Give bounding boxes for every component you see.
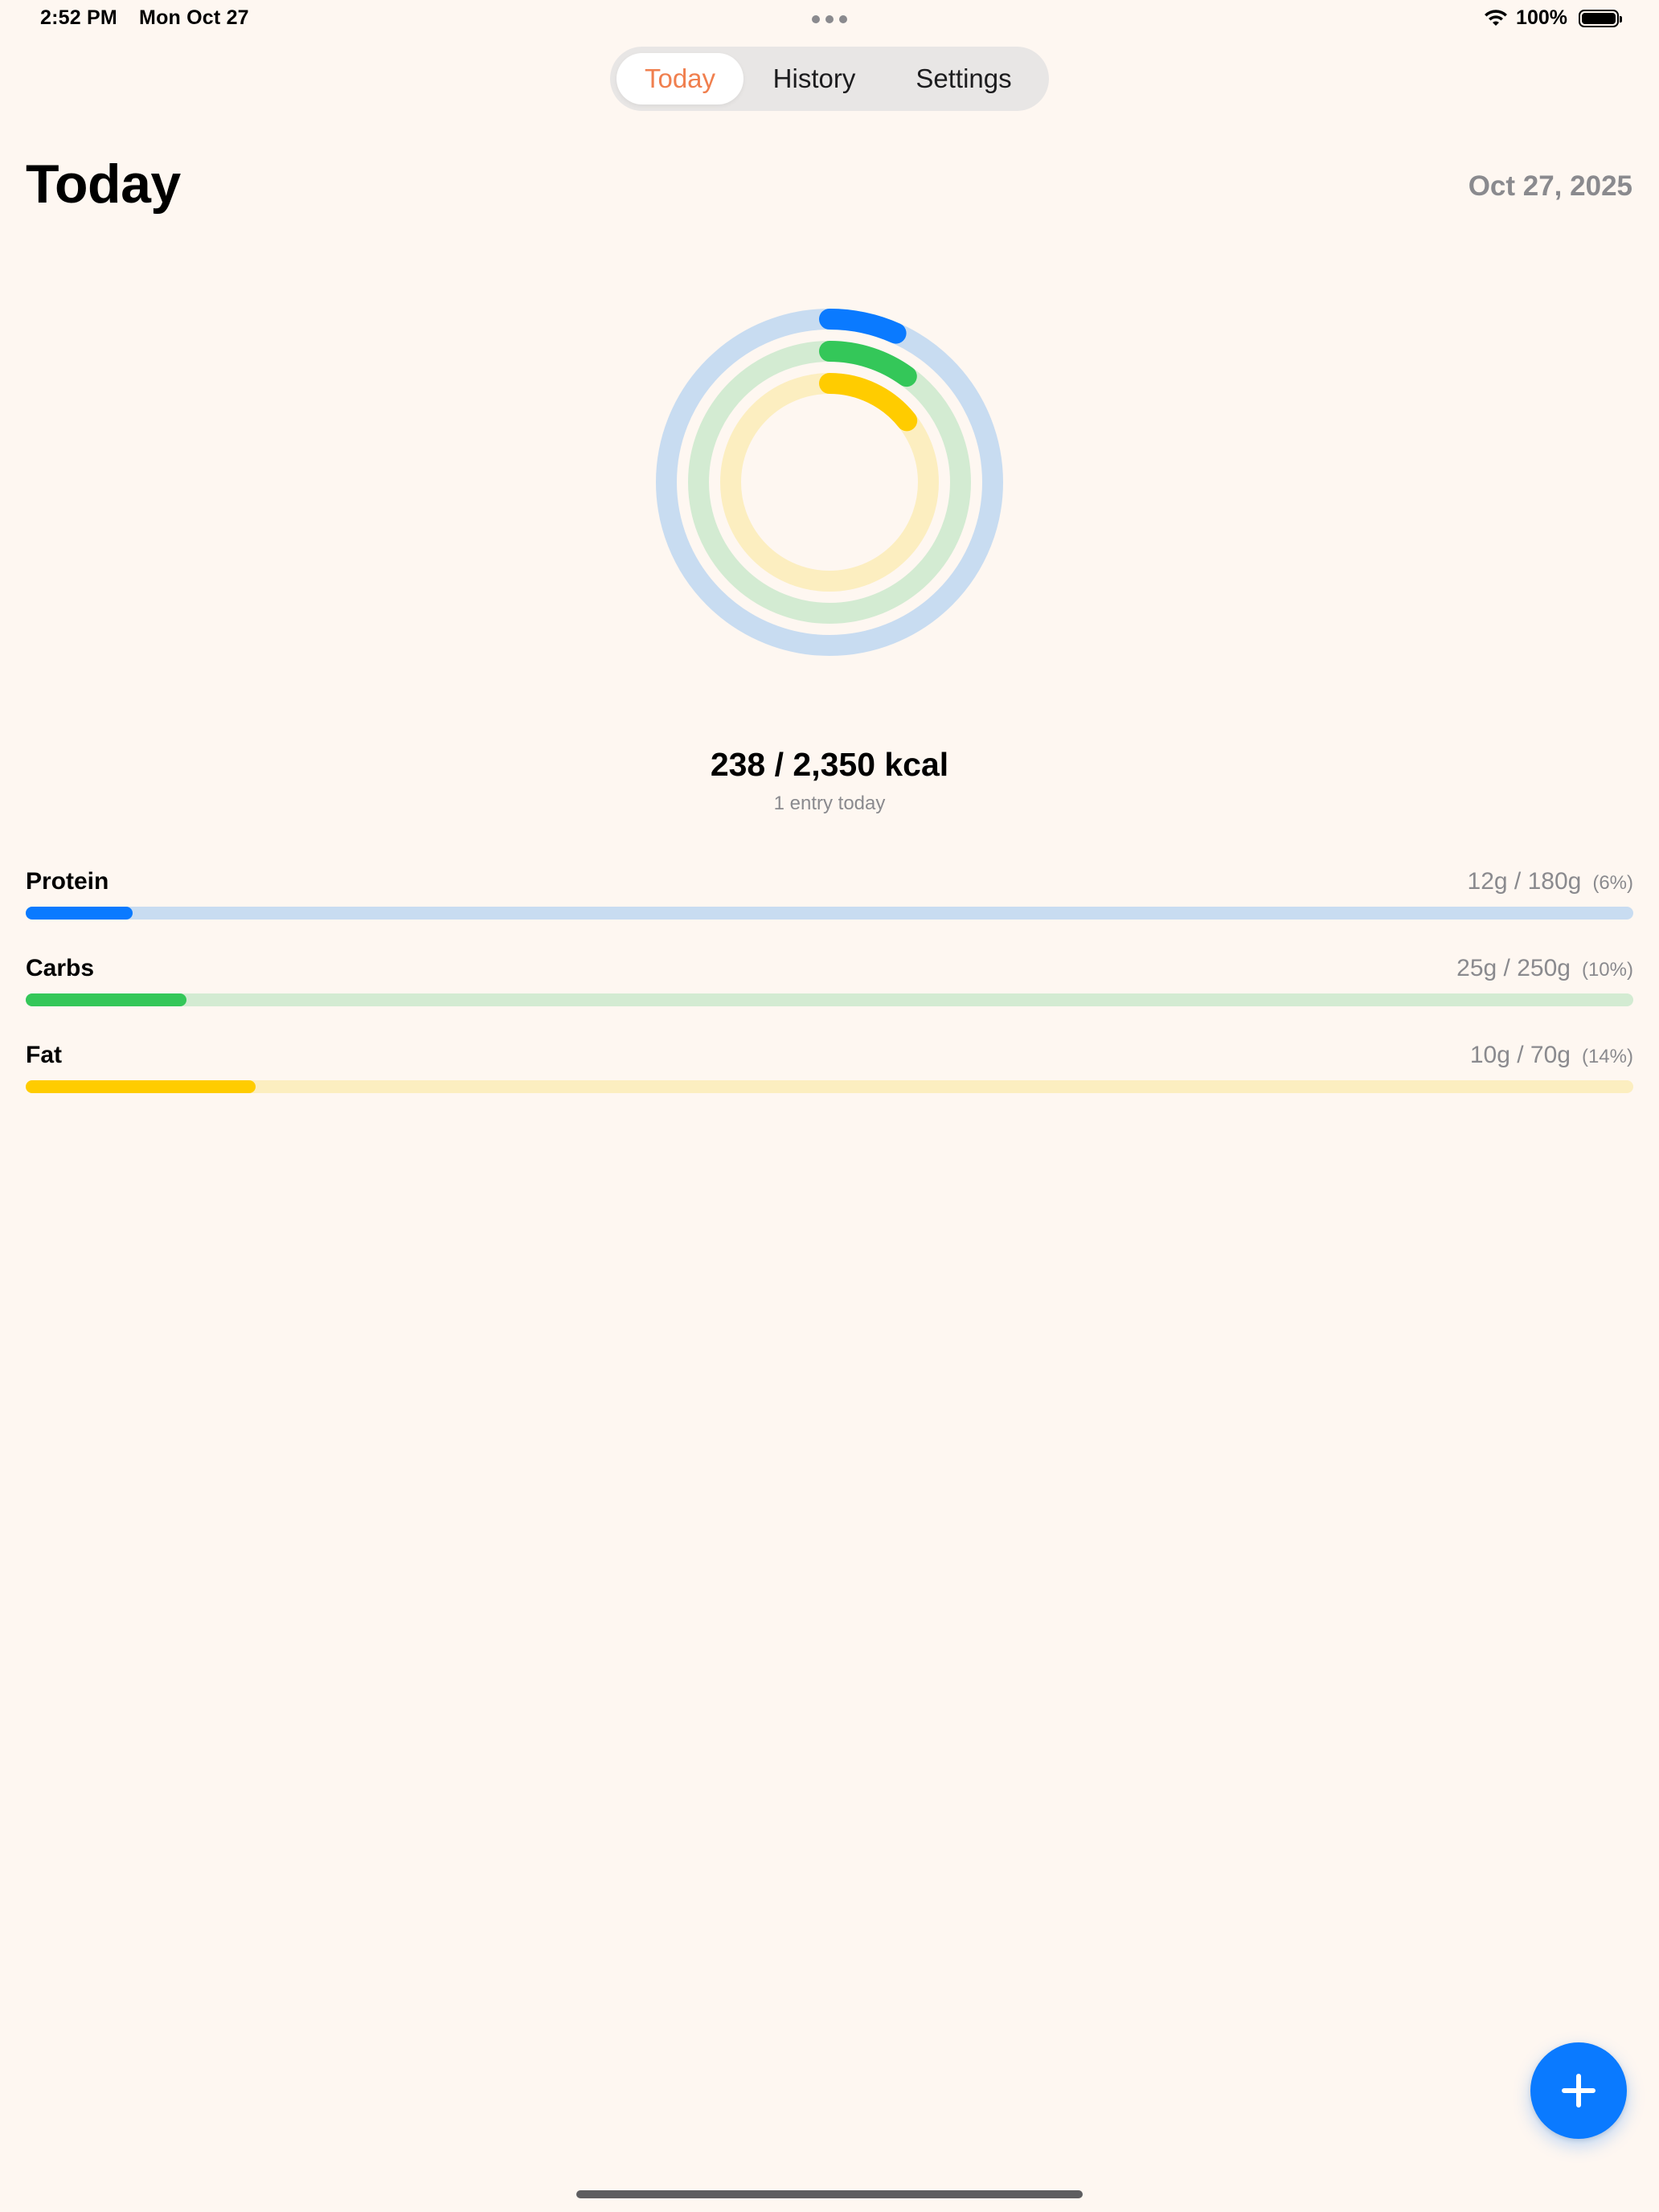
ring-progress-fat bbox=[819, 373, 918, 432]
macro-amount-value: 12g / 180g bbox=[1467, 868, 1582, 895]
macro-row-protein: Protein 12g / 180g (6%) bbox=[26, 868, 1633, 924]
macro-amount: 25g / 250g (10%) bbox=[1456, 955, 1633, 982]
battery-percent: 100% bbox=[1516, 6, 1567, 29]
entry-count: 1 entry today bbox=[773, 793, 886, 814]
macro-progress-track bbox=[26, 993, 1633, 1006]
macro-amount: 12g / 180g (6%) bbox=[1468, 868, 1633, 895]
macro-row-carbs: Carbs 25g / 250g (10%) bbox=[26, 955, 1633, 1011]
macro-name: Carbs bbox=[26, 955, 95, 981]
multitasking-dots-icon[interactable] bbox=[812, 15, 847, 23]
tab-bar: Today History Settings bbox=[610, 47, 1049, 111]
macro-name: Fat bbox=[26, 1042, 62, 1068]
battery-icon bbox=[1579, 9, 1622, 27]
macro-progress-fill bbox=[26, 1080, 256, 1093]
macro-amount-value: 25g / 250g bbox=[1456, 955, 1571, 981]
macro-percent: (14%) bbox=[1581, 1046, 1633, 1067]
macro-progress-track bbox=[26, 907, 1633, 920]
tab-today[interactable]: Today bbox=[616, 53, 743, 104]
page-date: Oct 27, 2025 bbox=[1468, 170, 1632, 202]
wifi-icon bbox=[1485, 9, 1508, 26]
macro-amount: 10g / 70g (14%) bbox=[1470, 1042, 1633, 1069]
macro-name: Protein bbox=[26, 868, 109, 895]
ring-progress-carbs bbox=[819, 341, 917, 387]
status-bar-right: 100% bbox=[1484, 6, 1622, 30]
macro-rings bbox=[656, 309, 1003, 656]
status-time: 2:52 PM bbox=[40, 6, 117, 29]
macro-progress-track bbox=[26, 1080, 1633, 1093]
home-indicator[interactable] bbox=[576, 2190, 1083, 2198]
tab-settings[interactable]: Settings bbox=[885, 53, 1043, 104]
macro-percent: (6%) bbox=[1592, 872, 1633, 894]
macro-row-fat: Fat 10g / 70g (14%) bbox=[26, 1042, 1633, 1098]
calorie-summary: 238 / 2,350 kcal bbox=[710, 746, 949, 783]
ring-track-protein bbox=[656, 309, 1003, 656]
page-title: Today bbox=[26, 154, 181, 215]
macro-progress-fill bbox=[26, 993, 186, 1006]
tab-history[interactable]: History bbox=[743, 53, 885, 104]
macro-progress-fill bbox=[26, 907, 133, 920]
status-bar-left: 2:52 PM Mon Oct 27 bbox=[40, 6, 249, 30]
status-date: Mon Oct 27 bbox=[139, 6, 249, 29]
macro-amount-value: 10g / 70g bbox=[1469, 1042, 1571, 1068]
plus-icon bbox=[1562, 2074, 1596, 2108]
ring-progress-protein bbox=[819, 309, 907, 344]
add-entry-button[interactable] bbox=[1530, 2042, 1627, 2139]
macro-percent: (10%) bbox=[1581, 959, 1633, 981]
